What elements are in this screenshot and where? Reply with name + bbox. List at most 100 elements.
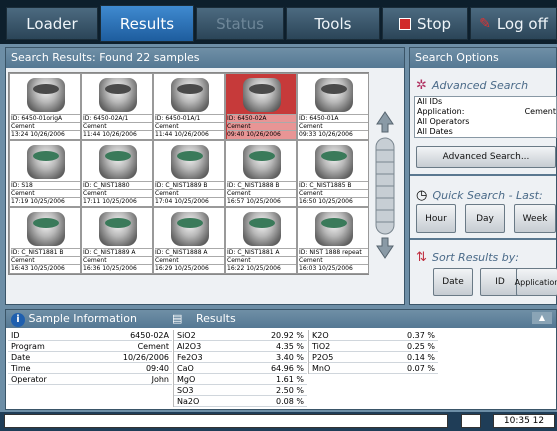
row-label: Al2O3: [177, 342, 202, 351]
row-label: ID: [11, 331, 20, 340]
sample-time: 13:24 10/26/2006: [11, 130, 80, 139]
sample-cell[interactable]: ID: 6450-01A Cement 09:33 10/26/2006: [297, 73, 369, 140]
details-header: i Sample Information ▤ Results ▲: [6, 310, 556, 328]
sample-cell[interactable]: ID: 6450-02A Cement 09:40 10/26/2006: [225, 73, 297, 140]
search-options-panel: Search Options ✲ Advanced Search All IDs…: [409, 47, 557, 305]
advanced-search-section: ✲ Advanced Search: [416, 74, 528, 93]
tab-status[interactable]: Status: [196, 7, 284, 40]
sample-cell[interactable]: ID: C_NIST1880 Cement 17:11 10/25/2006: [81, 140, 153, 207]
sample-info-title: Sample Information: [28, 312, 137, 325]
sample-time: 16:03 10/25/2006: [299, 264, 368, 273]
status-indicator: [461, 414, 481, 428]
sample-time: 11:44 10/26/2006: [155, 130, 224, 139]
sort-section: ⇅ Sort Results by:: [416, 246, 519, 265]
hour-button[interactable]: Hour: [416, 204, 456, 233]
sample-cell[interactable]: ID: C_NIST1885 B Cement 16:50 10/25/2006: [297, 140, 369, 207]
table-row: MnO 0.07 %: [309, 363, 438, 374]
row-label: Date: [11, 353, 31, 362]
sample-cup-icon: [171, 78, 209, 112]
sample-cup-icon: [243, 145, 281, 179]
criteria-operators: All Operators: [417, 117, 470, 126]
row-label: Na2O: [177, 397, 200, 406]
key-icon: ✎: [479, 15, 491, 32]
row-value: 09:40: [145, 364, 169, 373]
table-row: CaO 64.96 %: [174, 363, 307, 374]
row-value: 0.37 %: [407, 331, 435, 340]
table-row: Program Cement: [8, 341, 172, 352]
row-label: Time: [11, 364, 31, 373]
row-value: Cement: [137, 342, 169, 351]
criteria-list: All IDs Application: Cement All Operators…: [414, 96, 557, 138]
row-value: 3.40 %: [276, 353, 304, 362]
criteria-ids: All IDs: [417, 97, 443, 106]
sort-application-button[interactable]: Application: [515, 268, 557, 296]
row-label: CaO: [177, 364, 194, 373]
logoff-button[interactable]: ✎ Log off: [470, 7, 557, 40]
week-button[interactable]: Week: [514, 204, 556, 233]
sample-cup-icon: [171, 212, 209, 246]
row-label: MnO: [312, 364, 331, 373]
criteria-app-value: Cement: [524, 107, 556, 116]
status-bar: 10:35 12: [0, 412, 557, 431]
sample-cell[interactable]: ID: 6450-01A/1 Cement 11:44 10/26/2006: [153, 73, 225, 140]
row-value: 0.07 %: [407, 364, 435, 373]
row-value: 10/26/2006: [122, 353, 169, 362]
stop-button[interactable]: Stop: [382, 7, 468, 40]
tab-loader[interactable]: Loader: [6, 7, 98, 40]
criteria-app-label: Application:: [417, 107, 465, 116]
sample-cup-icon: [315, 78, 353, 112]
sample-cell[interactable]: ID: C_NIST1889 A Cement 16:36 10/25/2006: [81, 207, 153, 274]
results-table-2: K2O 0.37 % TiO2 0.25 % P2O5 0.14 % MnO 0.07 %: [308, 330, 438, 374]
table-row: Na2O 0.08 %: [174, 396, 307, 407]
sample-time: 16:29 10/25/2006: [155, 264, 224, 273]
row-value: 0.08 %: [276, 397, 304, 406]
sample-cup-icon: [171, 145, 209, 179]
table-row: Operator John: [8, 374, 172, 385]
sample-time: 09:40 10/26/2006: [227, 130, 296, 139]
sample-time: 17:19 10/25/2006: [11, 197, 80, 206]
advanced-search-title: Advanced Search: [432, 79, 529, 92]
tab-label: Results: [119, 14, 175, 33]
sample-cup-icon: [27, 145, 65, 179]
tab-label: Loader: [26, 14, 78, 33]
grid-scrollbar[interactable]: [372, 110, 398, 260]
stop-icon: [398, 17, 411, 30]
tab-tools[interactable]: Tools: [286, 7, 380, 40]
day-button[interactable]: Day: [465, 204, 505, 233]
sample-cell[interactable]: ID: S18 Cement 17:19 10/25/2006: [9, 140, 81, 207]
panel-header: Search Options: [410, 48, 556, 68]
row-value: 64.96 %: [270, 364, 304, 373]
results-table-1: SiO2 20.92 % Al2O3 4.35 % Fe2O3 3.40 % CaO 64.9…: [173, 330, 307, 407]
sample-cell[interactable]: ID: NIST 1888 repeat Cement 16:03 10/25/20…: [297, 207, 369, 274]
results-title: Results: [196, 312, 236, 325]
molecule-icon: ✲: [416, 78, 427, 93]
sample-time: 09:33 10/26/2006: [299, 130, 368, 139]
sample-time: 17:04 10/25/2006: [155, 197, 224, 206]
sort-date-button[interactable]: Date: [433, 268, 473, 296]
sample-cell[interactable]: ID: 6450-01origA Cement 13:24 10/26/2006: [9, 73, 81, 140]
sample-cell[interactable]: ID: C_NIST1889 B Cement 17:04 10/25/2006: [153, 140, 225, 207]
sample-cell[interactable]: ID: C_NIST1881 A Cement 16:22 10/25/2006: [225, 207, 297, 274]
scroll-arrows-icon: [375, 111, 395, 259]
sample-cell[interactable]: ID: C_NIST1881 B Cement 16:43 10/25/2006: [9, 207, 81, 274]
clock-display: 10:35 12: [493, 414, 555, 428]
row-value: 6450-02A: [130, 331, 169, 340]
sample-cup-icon: [243, 212, 281, 246]
info-icon: i: [11, 313, 25, 327]
status-message: [4, 414, 448, 428]
advanced-search-button[interactable]: Advanced Search...: [416, 146, 556, 168]
sample-cup-icon: [243, 78, 281, 112]
sample-cell[interactable]: ID: 6450-02A/1 Cement 11:44 10/26/2006: [81, 73, 153, 140]
row-value: John: [151, 375, 169, 384]
row-value: 20.92 %: [270, 331, 304, 340]
sample-cup-icon: [27, 212, 65, 246]
sample-cell[interactable]: ID: C_NIST1888 A Cement 16:29 10/25/2006: [153, 207, 225, 274]
row-label: K2O: [312, 331, 329, 340]
results-icon: ▤: [172, 312, 183, 325]
tab-results[interactable]: Results: [100, 5, 194, 42]
sample-cell[interactable]: ID: C_NIST1888 B Cement 16:57 10/25/2006: [225, 140, 297, 207]
table-row: Time 09:40: [8, 363, 172, 374]
sample-time: 16:57 10/25/2006: [227, 197, 296, 206]
collapse-button[interactable]: ▲: [532, 312, 552, 324]
tab-label: Tools: [314, 14, 352, 33]
